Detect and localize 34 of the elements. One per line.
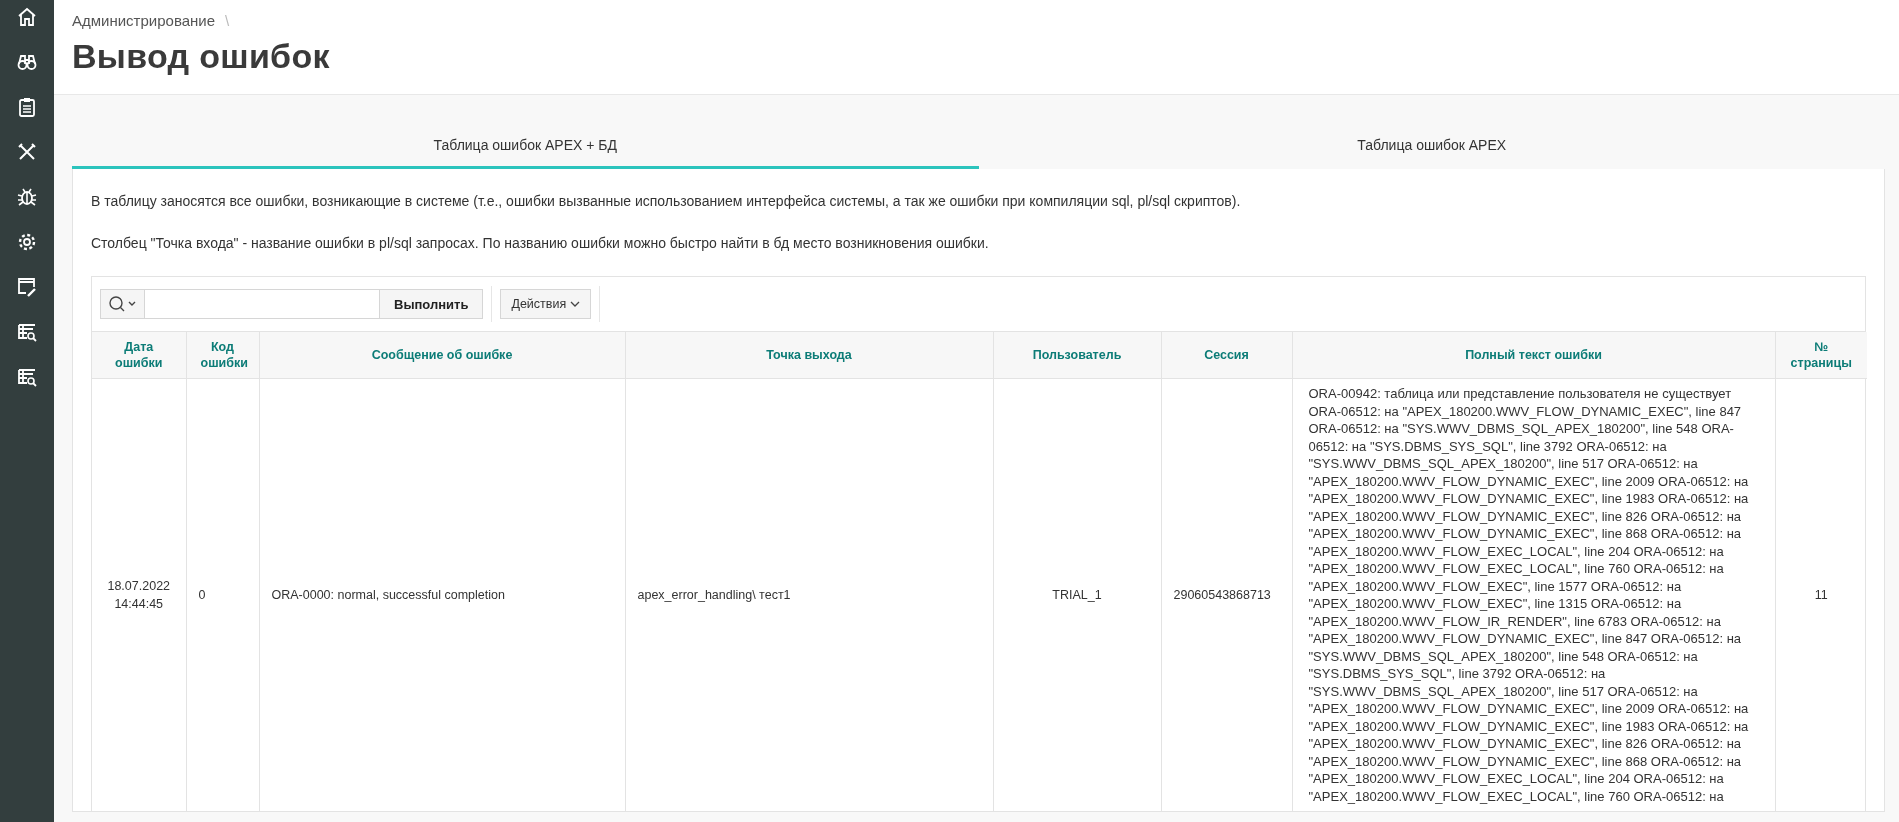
breadcrumb-separator: \	[225, 12, 230, 29]
caret-icon	[570, 300, 581, 308]
column-header[interactable]: Дата ошибки	[92, 332, 186, 379]
settings-icon[interactable]	[16, 231, 38, 253]
page-title: Вывод ошибок	[72, 37, 331, 76]
breadcrumb-link[interactable]: Администрирование	[72, 12, 216, 29]
column-header[interactable]: Точка выхода	[625, 332, 993, 379]
table-cell: TRIAL_1	[993, 378, 1161, 811]
actions-button[interactable]: Действия	[500, 289, 592, 319]
home-icon[interactable]	[16, 6, 38, 28]
tab[interactable]: Таблица ошибок APEX	[978, 125, 1885, 169]
table-search-icon[interactable]	[16, 366, 38, 388]
go-button[interactable]: Выполнить	[379, 290, 483, 318]
table-cell: 18.07.2022 14:44:45	[92, 378, 186, 811]
column-header[interactable]: Сообщение об ошибке	[259, 332, 625, 379]
search-options-button[interactable]	[101, 290, 145, 318]
table-cell: 11	[1775, 378, 1867, 811]
table-cell: apex_error_handling\ тест1	[625, 378, 993, 811]
column-header[interactable]: № страницы	[1775, 332, 1867, 379]
table-cell: ORA-00942: таблица или представление пользователя не существует ORA-06512: на "APEX_180200.WWV_FLOW_DYNAMIC_EXEC", line 847 ORA-06512: на "SYS.WWV_DBMS_SQL_APEX_180200", line 548 ORA-06512: на "SYS.DBMS_SYS_SQL", line 3792 ORA-06512: на "SYS.WWV_DBMS_SQL_APEX_180200", line 517 ORA-06512: на "APEX_180200.WWV_FLOW_DYNAMIC_EXEC", line 2009 ORA-06512: на "APEX_180200.WWV_FLOW_DYNAMIC_EXEC", line 1983 ORA-06512: на "APEX_180200.WWV_FLOW_DYNAMIC_EXEC", line 826 ORA-06512: на "APEX_180200.WWV_FLOW_DYNAMIC_EXEC", line 868 ORA-06512: на "APEX_180200.WWV_FLOW_EXEC_LOCAL", line 204 ORA-06512: на "APEX_180200.WWV_FLOW_EXEC_LOCAL", line 760 ORA-06512: на "APEX_180200.WWV_FLOW_EXEC", line 1577 ORA-06512: на "APEX_180200.WWV_FLOW_EXEC", line 1315 ORA-06512: на "APEX_180200.WWV_FLOW_IR_RENDER", line 6783 ORA-06512: на "APEX_180200.WWV_FLOW_DYNAMIC_EXEC", line 847 ORA-06512: на "SYS.WWV_DBMS_SQL_APEX_180200", line 548 ORA-06512: на "SYS.DBMS_SYS_SQL", line 3792 ORA-06512: на "SYS.WWV_DBMS_SQL_APEX_180200", line 517 ORA-06512: на "APEX_180200.WWV_FLOW_DYNAMIC_EXEC", line 2009 ORA-06512: на "APEX_180200.WWV_FLOW_DYNAMIC_EXEC", line 1983 ORA-06512: на "APEX_180200.WWV_FLOW_DYNAMIC_EXEC", line 826 ORA-06512: на "APEX_180200.WWV_FLOW_DYNAMIC_EXEC", line 868 ORA-06512: на "APEX_180200.WWV_FLOW_EXEC_LOCAL", line 204 ORA-06512: на "APEX_180200.WWV_FLOW_EXEC_LOCAL", line 760 ORA-06512: на	[1292, 378, 1775, 811]
bug-icon[interactable]	[16, 186, 38, 208]
column-header[interactable]: Сессия	[1161, 332, 1292, 379]
description-text: Столбец "Точка входа" - название ошибки в pl/sql запросах. По названию ошибки можно быстро найти в бд место возникновения ошибки.	[91, 235, 990, 251]
window-wrench-icon[interactable]	[16, 276, 38, 298]
column-header[interactable]: Код ошибки	[186, 332, 259, 379]
table-search-icon[interactable]	[16, 321, 38, 343]
search-field[interactable]: Выполнить	[100, 289, 484, 319]
table-cell: ORA-0000: normal, successful completion	[259, 378, 625, 811]
column-header[interactable]: Полный текст ошибки	[1292, 332, 1775, 379]
description-text: В таблицу заносятся все ошибки, возникающие в системе (т.е., ошибки вызванные использованием интерфейса системы, а так же ошибки при компиляции sql, pl/sql скриптов).	[91, 193, 1242, 209]
clipboard-icon[interactable]	[16, 96, 38, 118]
table-cell: 29060543868713	[1161, 378, 1292, 811]
column-header[interactable]: Пользователь	[993, 332, 1161, 379]
table-cell: 0	[186, 378, 259, 811]
